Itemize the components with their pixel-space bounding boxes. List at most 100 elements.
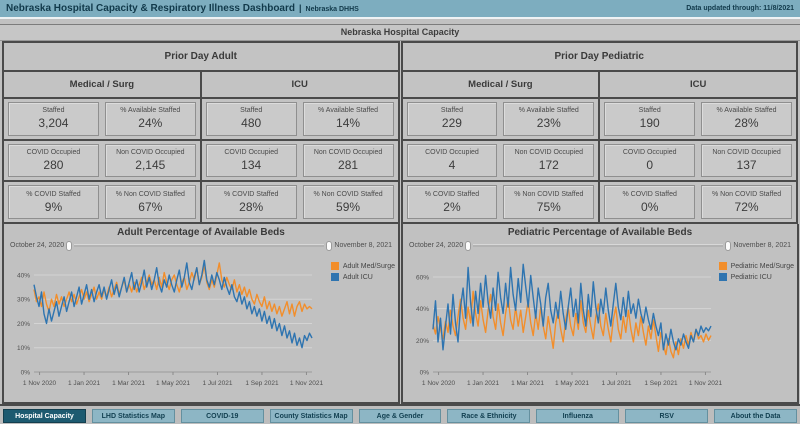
stat-box[interactable]: COVID Occupied 4 <box>406 143 498 178</box>
app-header: Nebraska Hospital Capacity & Respiratory… <box>0 0 800 19</box>
tab-influenza[interactable]: Influenza <box>536 409 620 423</box>
adult-date-slider: October 24, 2020 November 8, 2021 <box>4 238 398 252</box>
stat-label: COVID Occupied <box>425 149 479 156</box>
stat-box[interactable]: COVID Occupied 0 <box>604 143 696 178</box>
stat-row: COVID Occupied 280 Non COVID Occupied 2,145 <box>4 138 200 181</box>
stat-box[interactable]: Staffed 3,204 <box>8 102 99 136</box>
stat-value: 172 <box>538 158 559 172</box>
stat-label: Staffed <box>638 107 661 115</box>
legend-item[interactable]: Adult Med/Surge <box>330 262 395 270</box>
legend-swatch-icon <box>330 273 339 281</box>
slider-start-handle[interactable] <box>66 240 73 251</box>
stat-label: Non COVID Occupied <box>712 149 781 156</box>
y-tick-label: 20% <box>17 321 30 328</box>
stat-label: Staffed <box>240 107 263 115</box>
x-tick-label: 1 Nov 2020 <box>422 380 456 387</box>
stat-value: 190 <box>639 116 660 131</box>
tab-race-ethnicity[interactable]: Race & Ethnicity <box>447 409 531 423</box>
stat-value: 480 <box>241 116 262 131</box>
stat-box[interactable]: % Non COVID Staffed 59% <box>302 185 394 220</box>
stat-box[interactable]: % Available Staffed 28% <box>701 102 792 136</box>
x-tick-label: 1 May 2021 <box>156 380 190 387</box>
tab-county-statistics-map[interactable]: County Statistics Map <box>269 409 353 423</box>
y-tick-label: 0% <box>420 370 430 377</box>
y-tick-label: 10% <box>17 345 30 352</box>
stat-box[interactable]: Staffed 480 <box>205 102 297 136</box>
capacity-panels: Prior Day Adult Medical / Surg Staffed 3,2… <box>2 41 798 224</box>
slider-start-label: October 24, 2020 <box>409 242 464 249</box>
x-tick-label: 1 May 2021 <box>555 380 589 387</box>
stat-box[interactable]: % Available Staffed 23% <box>503 102 595 136</box>
legend-swatch-icon <box>718 273 727 281</box>
chart-title: Adult Percentage of Available Beds <box>117 227 285 238</box>
stat-row: % COVID Staffed 28%% Non COVID Staffed 59% <box>201 180 398 222</box>
tab-about-the-data[interactable]: About the Data <box>714 409 798 423</box>
adult-chart-plot[interactable]: 0% 10% 20% 30% 40% 1 Nov 2020 1 Jan 2021 1 Mar … <box>4 252 398 402</box>
stat-box[interactable]: % Non COVID Staffed 72% <box>701 185 792 220</box>
stat-box[interactable]: % COVID Staffed 9% <box>8 185 99 220</box>
stat-value: 134 <box>241 158 262 172</box>
slider-track[interactable] <box>74 244 325 247</box>
stat-value: 137 <box>736 158 757 172</box>
x-tick-label: 1 Nov 2021 <box>689 380 723 387</box>
stat-value: 28% <box>239 199 264 214</box>
legend-item[interactable]: Pediatric ICU <box>718 273 794 281</box>
stat-box[interactable]: % COVID Staffed 28% <box>205 185 297 220</box>
pediatric-date-slider: October 24, 2020 November 8, 2021 <box>403 238 797 252</box>
stat-box[interactable]: % Non COVID Staffed 67% <box>104 185 196 220</box>
stat-label: % Available Staffed <box>318 107 379 115</box>
stat-value: 72% <box>734 199 759 214</box>
adult-chart-legend: Adult Med/Surge Adult ICU <box>330 262 395 284</box>
app-title: Nebraska Hospital Capacity & Respiratory… <box>6 3 295 14</box>
stat-row: COVID Occupied 134 Non COVID Occupied 281 <box>201 138 398 181</box>
tab-age-gender[interactable]: Age & Gender <box>358 409 442 423</box>
legend-label: Adult Med/Surge <box>342 262 395 270</box>
x-tick-label: 1 Jul 2021 <box>601 380 631 387</box>
stat-group-title: ICU <box>600 72 796 99</box>
stat-value: 0% <box>641 199 659 214</box>
slider-end-handle[interactable] <box>725 240 732 251</box>
stat-box[interactable]: % Available Staffed 14% <box>302 102 394 136</box>
stat-box[interactable]: % COVID Staffed 0% <box>604 185 696 220</box>
stat-box[interactable]: % Non COVID Staffed 75% <box>503 185 595 220</box>
legend-item[interactable]: Adult ICU <box>330 273 395 281</box>
x-tick-label: 1 Mar 2021 <box>511 380 544 387</box>
stat-label: % COVID Staffed <box>622 190 677 198</box>
legend-item[interactable]: Pediatric Med/Surge <box>718 262 794 270</box>
stat-box[interactable]: % COVID Staffed 2% <box>406 185 498 220</box>
stat-value: 14% <box>336 116 361 131</box>
tab-covid-19[interactable]: COVID-19 <box>180 409 264 423</box>
slider-end-handle[interactable] <box>326 240 333 251</box>
stat-label: % Available Staffed <box>518 107 579 115</box>
stat-value: 23% <box>536 116 561 131</box>
stat-box[interactable]: Non COVID Occupied 172 <box>503 143 595 178</box>
slider-start-handle[interactable] <box>465 240 472 251</box>
stat-value: 9% <box>44 199 63 214</box>
stat-box[interactable]: Staffed 229 <box>406 102 498 136</box>
stat-row: COVID Occupied 4 Non COVID Occupied 172 <box>402 138 599 181</box>
tab-lhd-statistics-map[interactable]: LHD Statistics Map <box>91 409 175 423</box>
slider-track[interactable] <box>473 244 724 247</box>
y-tick-label: 0% <box>21 370 31 377</box>
stat-box[interactable]: Non COVID Occupied 281 <box>302 143 394 178</box>
y-tick-label: 20% <box>416 338 429 345</box>
tab-rsv[interactable]: RSV <box>625 409 709 423</box>
stat-box[interactable]: COVID Occupied 280 <box>8 143 99 178</box>
y-tick-label: 60% <box>416 275 429 282</box>
stat-value: 280 <box>43 158 64 172</box>
stat-box[interactable]: Non COVID Occupied 137 <box>701 143 792 178</box>
stat-value: 229 <box>441 116 462 131</box>
app-title-group: Nebraska Hospital Capacity & Respiratory… <box>6 3 359 14</box>
pediatric-chart-plot[interactable]: 0% 20% 40% 60% 1 Nov 2020 1 Jan 2021 1 Mar 202… <box>403 252 797 402</box>
stat-label: % Non COVID Staffed <box>313 190 383 198</box>
pediatric-beds-chart: Pediatric Percentage of Available Beds O… <box>401 224 799 404</box>
slider-end-label: November 8, 2021 <box>334 242 392 249</box>
panel-prior-day-pediatric: Prior Day Pediatric Medical / Surg Staffe… <box>400 41 798 224</box>
tab-hospital-capacity[interactable]: Hospital Capacity <box>3 409 86 423</box>
stat-group: ICU Staffed 190% Available Staffed 28% COVID… <box>598 72 796 222</box>
stat-box[interactable]: Non COVID Occupied 2,145 <box>104 143 196 178</box>
stat-box[interactable]: COVID Occupied 134 <box>205 143 297 178</box>
stat-box[interactable]: Staffed 190 <box>604 102 696 136</box>
title-separator: | <box>299 3 302 13</box>
stat-box[interactable]: % Available Staffed 24% <box>104 102 196 136</box>
